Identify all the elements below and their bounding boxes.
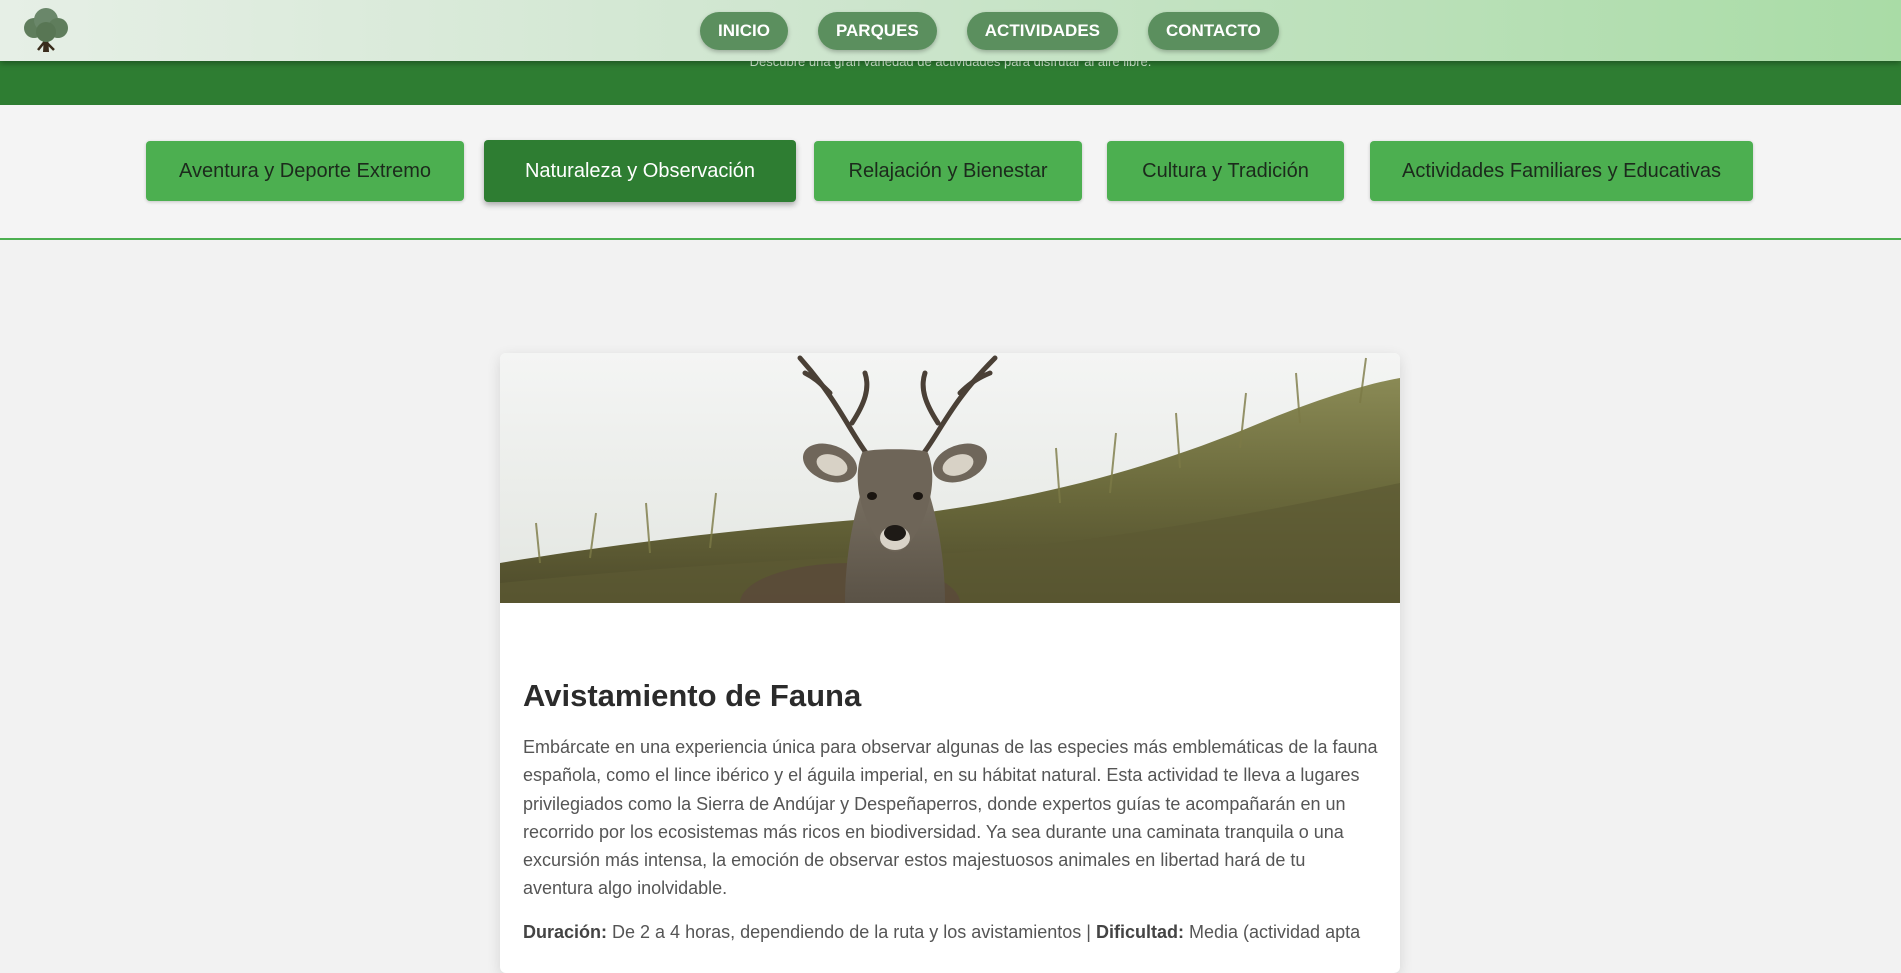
difficulty-label: Dificultad:	[1096, 922, 1184, 942]
top-navbar: INICIO PARQUES ACTIVIDADES CONTACTO	[0, 0, 1901, 61]
activity-description: Embárcate en una experiencia única para …	[523, 737, 1378, 899]
main-nav: INICIO PARQUES ACTIVIDADES CONTACTO	[700, 12, 1279, 50]
duration-value: De 2 a 4 horas, dependiendo de la ruta y…	[607, 922, 1096, 942]
deer-photo	[500, 353, 1400, 603]
activity-meta: Duración: De 2 a 4 horas, dependiendo de…	[523, 918, 1378, 946]
nav-parques[interactable]: PARQUES	[817, 12, 937, 50]
duration-label: Duración:	[523, 922, 608, 942]
category-relajacion-button[interactable]: Relajación y Bienestar	[814, 141, 1082, 201]
activity-card: Avistamiento de Fauna Embárcate en una e…	[500, 353, 1400, 973]
nav-inicio[interactable]: INICIO	[700, 12, 788, 50]
category-familiares-button[interactable]: Actividades Familiares y Educativas	[1370, 141, 1753, 201]
difficulty-value: Media (actividad apta	[1184, 922, 1361, 942]
nav-actividades[interactable]: ACTIVIDADES	[966, 12, 1118, 50]
category-naturaleza-button[interactable]: Naturaleza y Observación	[484, 140, 796, 202]
category-filter-bar: Aventura y Deporte Extremo Naturaleza y …	[0, 105, 1901, 240]
activity-title: Avistamiento de Fauna	[523, 678, 862, 713]
category-cultura-button[interactable]: Cultura y Tradición	[1107, 141, 1344, 201]
tree-logo-icon[interactable]	[20, 6, 72, 54]
category-aventura-button[interactable]: Aventura y Deporte Extremo	[146, 141, 464, 201]
nav-contacto[interactable]: CONTACTO	[1148, 12, 1279, 50]
